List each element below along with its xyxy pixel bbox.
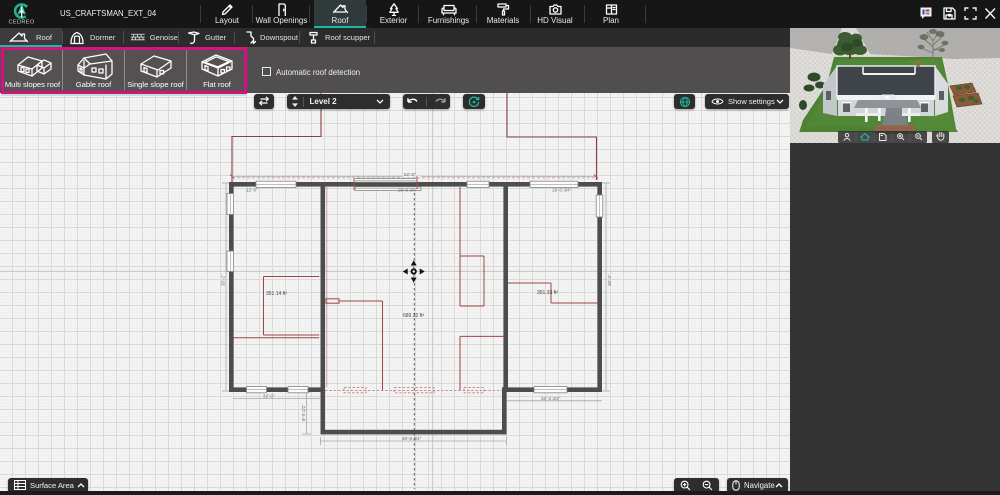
svg-text:35'-2": 35'-2" xyxy=(607,274,612,286)
svg-text:351.33 ft²: 351.33 ft² xyxy=(537,290,558,296)
svg-text:351.14 ft²: 351.14 ft² xyxy=(266,291,287,297)
svg-text:8'-9 1/2": 8'-9 1/2" xyxy=(301,404,306,421)
svg-text:28'-6 3/4": 28'-6 3/4" xyxy=(398,188,418,193)
svg-text:689.32 ft²: 689.32 ft² xyxy=(403,313,424,319)
svg-text:32'-0": 32'-0" xyxy=(263,394,275,399)
svg-text:32'-3 3/4": 32'-3 3/4" xyxy=(541,396,561,401)
svg-text:46'-6 3/4": 46'-6 3/4" xyxy=(402,436,422,441)
svg-text:52'-0": 52'-0" xyxy=(404,172,416,177)
svg-text:19'-0 3/4": 19'-0 3/4" xyxy=(552,188,572,193)
svg-text:12'-0": 12'-0" xyxy=(246,188,258,193)
svg-text:CEDREO: CEDREO xyxy=(9,20,35,26)
svg-text:35'-2": 35'-2" xyxy=(221,274,226,286)
